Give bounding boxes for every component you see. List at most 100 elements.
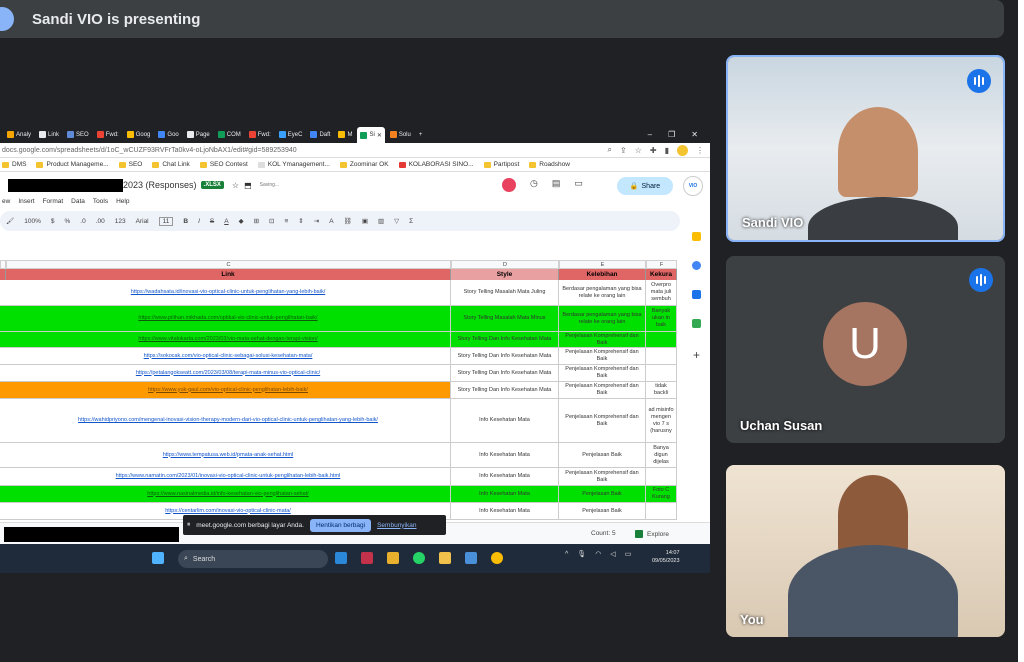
column-header-c[interactable]: C xyxy=(6,260,451,269)
browser-tab[interactable]: Goo xyxy=(155,128,181,142)
kekurangan-cell[interactable]: tidak backli xyxy=(646,382,677,398)
calculator-icon[interactable] xyxy=(465,552,477,564)
column-header-d[interactable]: D xyxy=(451,260,559,269)
wifi-icon[interactable]: ◠ xyxy=(595,550,601,558)
share-button[interactable]: 🔒 Share xyxy=(617,177,673,195)
kekurangan-cell[interactable]: Foto C Kurang xyxy=(646,486,677,502)
browser-tab[interactable]: Analy xyxy=(4,128,34,142)
taskbar-search[interactable]: ⌕ Search xyxy=(178,550,328,568)
comments-icon[interactable]: ▤ xyxy=(552,178,561,192)
zoom-select[interactable]: 100% xyxy=(24,218,41,225)
strikethrough-icon[interactable]: S xyxy=(210,218,214,225)
style-cell[interactable]: Info Kesehatan Mata xyxy=(451,503,559,519)
kekurangan-cell[interactable]: Banya digun dijelas xyxy=(646,443,677,467)
link-cell[interactable]: https://www.yuk-gaul.com/vio-optical-cli… xyxy=(148,387,308,394)
microphone-icon[interactable]: 🎙 xyxy=(577,550,586,558)
table-row[interactable]: https://www.vitalokarta.com/2023/03/vio-… xyxy=(0,332,677,348)
style-cell[interactable]: Story Telling Dan Info Kesehatan Mata xyxy=(451,348,559,364)
notes-icon[interactable] xyxy=(335,552,347,564)
hide-button[interactable]: Sembunyikan xyxy=(377,522,416,529)
kelebihan-cell[interactable]: Penjelasan Baik xyxy=(559,486,646,502)
chart-icon[interactable]: ▥ xyxy=(378,217,384,225)
bookmark-item[interactable]: DMS xyxy=(2,161,26,168)
menu-data[interactable]: Data xyxy=(71,198,85,209)
bookmark-item[interactable]: KOLABORASI SINO... xyxy=(398,161,474,168)
menu-insert[interactable]: Insert xyxy=(18,198,34,209)
kelebihan-cell[interactable]: Penjelasan Baik xyxy=(559,503,646,519)
borders-icon[interactable]: ⊞ xyxy=(254,217,259,225)
comment-icon[interactable]: ▣ xyxy=(362,217,368,225)
link-icon[interactable]: ⛓ xyxy=(344,217,352,225)
new-tab-button[interactable]: + xyxy=(416,128,426,142)
participant-tile-you[interactable]: You xyxy=(726,465,1005,637)
style-cell[interactable]: Info Kesehatan Mata xyxy=(451,486,559,502)
participant-tile-uchan[interactable]: U Uchan Susan xyxy=(726,256,1005,443)
browser-tab[interactable]: COM xyxy=(215,128,244,142)
link-cell[interactable]: https://sokocak.com/vio-optical-clinic-s… xyxy=(144,353,313,360)
link-cell[interactable]: https://wahidpriyono.com/mengenal-inovas… xyxy=(78,417,378,424)
contacts-icon[interactable] xyxy=(692,290,701,299)
style-cell[interactable]: Story Telling Masalah Mata Juling xyxy=(451,280,559,305)
close-icon[interactable]: ✕ xyxy=(691,130,698,139)
kelebihan-cell[interactable]: Penjelasan Komprehensif dan Baik xyxy=(559,399,646,442)
decrease-decimal-button[interactable]: .0 xyxy=(80,218,85,225)
kekurangan-cell[interactable]: Overpro mata juli sembuh xyxy=(646,280,677,305)
kekurangan-cell[interactable]: Banyak ukan in baik xyxy=(646,306,677,331)
kekurangan-cell[interactable]: ad misinfo mengen vio 7 s (harusny xyxy=(646,399,677,442)
browser-tab[interactable]: EyeC xyxy=(276,128,306,142)
menu-tools[interactable]: Tools xyxy=(93,198,108,209)
currency-button[interactable]: $ xyxy=(51,218,55,225)
bold-icon[interactable]: B xyxy=(183,218,188,225)
style-cell[interactable]: Info Kesehatan Mata xyxy=(451,468,559,485)
spreadsheet-grid[interactable]: C D E F Link Style Kelebihan Kekura http… xyxy=(0,260,677,522)
restore-icon[interactable]: ❐ xyxy=(668,130,675,139)
bookmark-item[interactable]: SEO xyxy=(118,161,142,168)
style-cell[interactable]: Info Kesehatan Mata xyxy=(451,443,559,467)
count-summary[interactable]: Count: 5 xyxy=(591,530,616,537)
kekurangan-cell[interactable] xyxy=(646,365,677,381)
whatsapp-icon[interactable] xyxy=(413,552,425,564)
link-cell[interactable]: https://www.vitalokarta.com/2023/03/vio-… xyxy=(138,336,317,343)
italic-icon[interactable]: I xyxy=(198,218,200,225)
style-cell[interactable]: Story Telling Masalah Mata Minus xyxy=(451,306,559,331)
header-cell-style[interactable]: Style xyxy=(451,269,559,280)
table-row[interactable]: https://wahidpriyono.com/mengenal-inovas… xyxy=(0,399,677,443)
bookmark-item[interactable]: Roadshow xyxy=(529,161,570,168)
battery-icon[interactable]: ▭ xyxy=(625,550,632,558)
table-row[interactable]: https://www.nasinalmedia.id/info-kesehat… xyxy=(0,486,677,503)
bookmark-item[interactable]: Zoominar OK xyxy=(339,161,389,168)
bookmark-item[interactable]: Product Manageme... xyxy=(36,161,109,168)
kekurangan-cell[interactable] xyxy=(646,348,677,364)
link-cell[interactable]: https://wadahsata.id/inovasi-vio-optical… xyxy=(131,289,325,296)
move-icon[interactable]: ⬒ xyxy=(244,181,252,190)
browser-tab[interactable]: Link xyxy=(36,128,62,142)
filter-icon[interactable]: ▽ xyxy=(394,217,399,225)
number-format-button[interactable]: 123 xyxy=(115,218,126,225)
table-row[interactable]: https://petalangokseatt.com/2023/03/08/t… xyxy=(0,365,677,382)
kelebihan-cell[interactable]: Penjelasan Komprehensif dan Baik xyxy=(559,365,646,381)
browser-tab[interactable]: M xyxy=(335,128,355,142)
kelebihan-cell[interactable]: Penjelasan Komprehensif dan Baik xyxy=(559,332,646,347)
meet-icon[interactable]: ▭ xyxy=(574,178,583,192)
merge-icon[interactable]: ⊡ xyxy=(269,217,274,225)
browser-tab-active[interactable]: Si ✕ xyxy=(357,127,385,143)
kelebihan-cell[interactable]: Penjelasan Komprehensif dan Baik xyxy=(559,348,646,364)
link-cell[interactable]: https://centarlim.com/inovasi-vio-optica… xyxy=(165,508,291,515)
volume-icon[interactable]: ◁ xyxy=(610,550,615,558)
style-cell[interactable]: Story Telling Dan Info Kesehatan Mata xyxy=(451,382,559,398)
menu-view[interactable]: ew xyxy=(2,198,10,209)
history-icon[interactable]: ◷ xyxy=(530,178,538,192)
style-cell[interactable]: Info Kesehatan Mata xyxy=(451,399,559,442)
kelebihan-cell[interactable]: Berdasar pengalaman yang bisa relate ke … xyxy=(559,306,646,331)
minimize-icon[interactable]: – xyxy=(648,130,652,139)
add-addon-icon[interactable]: + xyxy=(693,348,700,362)
fill-color-icon[interactable]: ◆ xyxy=(239,217,244,225)
more-icon[interactable]: ⋮ xyxy=(696,146,704,155)
explore-button[interactable]: Explore xyxy=(635,530,669,538)
link-cell[interactable]: https://www.tempatusa.web.id/pmata-anak-… xyxy=(163,452,294,459)
taskbar-clock[interactable]: 14:07 09/05/2023 xyxy=(652,549,680,565)
header-cell-link[interactable]: Link xyxy=(6,269,451,280)
column-header-e[interactable]: E xyxy=(559,260,646,269)
align-icon[interactable]: ≡ xyxy=(285,218,289,225)
column-header-f[interactable]: F xyxy=(646,260,677,269)
